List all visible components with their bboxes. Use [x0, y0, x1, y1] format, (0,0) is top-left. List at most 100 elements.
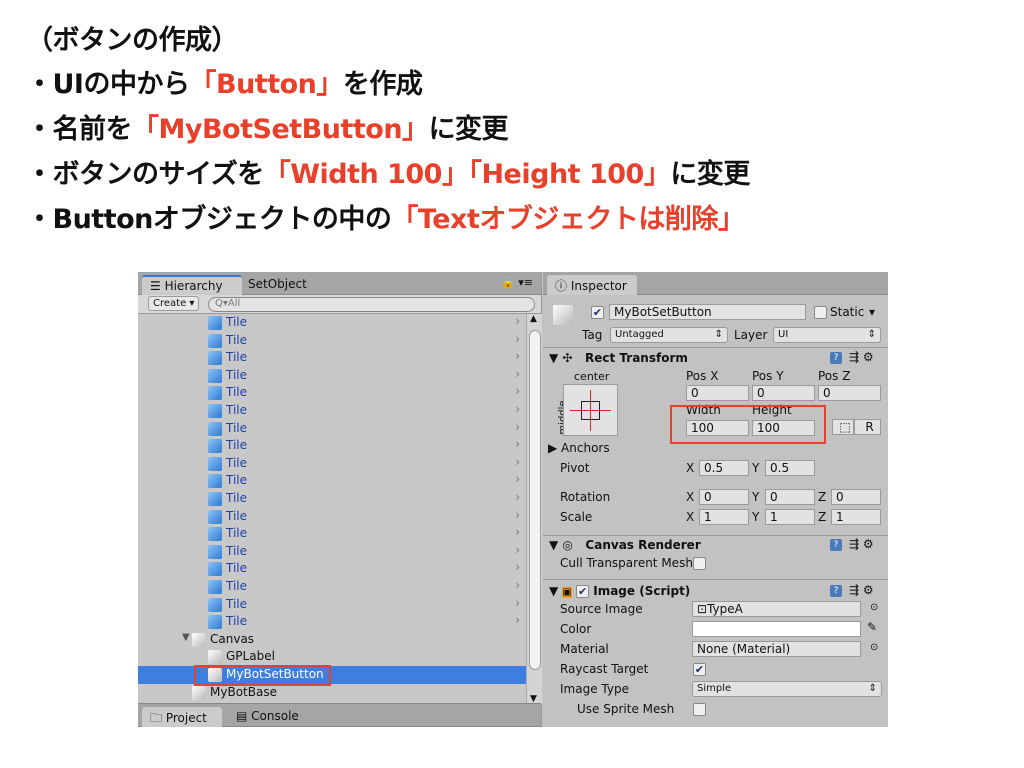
hierarchy-item[interactable]: Tile ›	[138, 596, 526, 614]
pos-field[interactable]: 0	[752, 385, 815, 401]
tab-project[interactable]: 🗀 Project	[142, 707, 222, 727]
object-picker-icon[interactable]: ⊙	[870, 642, 878, 653]
axis-label: X	[686, 490, 695, 504]
hierarchy-item[interactable]: Tile ›	[138, 402, 526, 420]
cull-checkbox[interactable]	[693, 557, 706, 570]
hierarchy-item[interactable]: MyBotBase	[138, 684, 526, 702]
chevron-right-icon[interactable]: ›	[515, 490, 520, 504]
source-image-field[interactable]: ⊡TypeA	[692, 601, 861, 617]
hierarchy-item[interactable]: Tile ›	[138, 560, 526, 578]
hierarchy-item[interactable]: Tile ›	[138, 578, 526, 596]
help-icon[interactable]: ?	[830, 539, 842, 551]
hierarchy-item[interactable]: Tile ›	[138, 543, 526, 561]
hierarchy-item[interactable]: Tile ›	[138, 525, 526, 543]
object-picker-icon[interactable]: ⊙	[870, 602, 878, 613]
pivot-field[interactable]: 0.5	[699, 460, 749, 476]
tab-inspector[interactable]: ⓘ Inspector	[547, 275, 637, 295]
chevron-right-icon[interactable]: ›	[515, 420, 520, 434]
help-icon[interactable]: ?	[830, 352, 842, 364]
color-field[interactable]	[692, 621, 861, 637]
tag-label: Tag	[582, 328, 603, 342]
active-checkbox[interactable]: ✔	[591, 306, 604, 319]
lock-menu-icon[interactable]: 🔒 ▾≡	[501, 276, 533, 289]
material-field[interactable]: None (Material)	[692, 641, 861, 657]
chevron-right-icon[interactable]: ›	[515, 578, 520, 592]
anchor-presets-button[interactable]	[563, 384, 618, 436]
static-label: Static	[830, 305, 865, 319]
scale-field[interactable]: 1	[831, 509, 881, 525]
scale-field[interactable]: 1	[765, 509, 815, 525]
item-label: Tile	[226, 438, 248, 453]
hierarchy-item[interactable]: Tile ›	[138, 613, 526, 631]
eyedropper-icon[interactable]: ✎	[867, 620, 877, 634]
tab-setobject[interactable]: SetObject	[240, 275, 315, 295]
bullet-pre: ・UIの中から	[26, 69, 190, 100]
hierarchy-item[interactable]: GPLabel	[138, 648, 526, 666]
chevron-right-icon[interactable]: ›	[515, 402, 520, 416]
chevron-right-icon[interactable]: ›	[515, 472, 520, 486]
hierarchy-item[interactable]: Tile ›	[138, 367, 526, 385]
expand-arrow-icon[interactable]: ▼	[182, 632, 190, 643]
sprite-mesh-checkbox[interactable]	[693, 703, 706, 716]
chevron-right-icon[interactable]: ›	[515, 508, 520, 522]
scrollbar[interactable]: ▲ ▼	[526, 314, 542, 704]
bullet-post: を作成	[342, 69, 423, 100]
tab-hierarchy[interactable]: ☰ Hierarchy	[142, 275, 242, 295]
bullet-item: ・UIの中から「Button」を作成	[26, 62, 423, 101]
chevron-right-icon[interactable]: ›	[515, 525, 520, 539]
chevron-right-icon[interactable]: ›	[515, 384, 520, 398]
create-button[interactable]: Create ▾	[148, 296, 200, 311]
chevron-right-icon[interactable]: ›	[515, 613, 520, 627]
pos-field[interactable]: 0	[686, 385, 749, 401]
hierarchy-item[interactable]: ▼ Canvas	[138, 631, 526, 649]
gameobject-icon	[208, 386, 222, 401]
chevron-right-icon[interactable]: ›	[515, 367, 520, 381]
blueprint-button[interactable]: ⬚	[832, 419, 854, 435]
raycast-checkbox[interactable]: ✔	[693, 663, 706, 676]
chevron-right-icon[interactable]: ›	[515, 455, 520, 469]
anchors-foldout[interactable]: ▶ Anchors	[548, 441, 610, 455]
hierarchy-item[interactable]: Tile ›	[138, 490, 526, 508]
chevron-right-icon[interactable]: ›	[515, 560, 520, 574]
raw-edit-button[interactable]: R	[854, 419, 881, 435]
scale-field[interactable]: 1	[699, 509, 749, 525]
static-dropdown[interactable]: ▾	[869, 305, 875, 319]
hierarchy-item[interactable]: Tile ›	[138, 437, 526, 455]
hierarchy-item[interactable]: Tile ›	[138, 508, 526, 526]
preset-icon[interactable]: ⇶ ⚙	[849, 583, 874, 597]
rotation-field[interactable]: 0	[765, 489, 815, 505]
hierarchy-item[interactable]: Tile ›	[138, 349, 526, 367]
hierarchy-item[interactable]: Tile ›	[138, 314, 526, 332]
static-checkbox[interactable]	[814, 306, 827, 319]
image-type-dropdown[interactable]: Simple ⇕	[692, 681, 882, 697]
hierarchy-item[interactable]: Tile ›	[138, 384, 526, 402]
chevron-right-icon[interactable]: ›	[515, 596, 520, 610]
hierarchy-item[interactable]: Tile ›	[138, 472, 526, 490]
canvas-renderer-header[interactable]: ▼ ◎ Canvas Renderer	[549, 538, 701, 552]
chevron-right-icon[interactable]: ›	[515, 349, 520, 363]
chevron-right-icon[interactable]: ›	[515, 314, 520, 328]
search-input[interactable]: Q▾All	[208, 297, 535, 312]
tag-dropdown[interactable]: Untagged ⇕	[610, 327, 728, 343]
tab-console[interactable]: ▤ Console	[228, 707, 307, 727]
chevron-right-icon[interactable]: ›	[515, 332, 520, 346]
image-script-header[interactable]: ▼ ▣ ✔ Image (Script)	[549, 584, 690, 598]
bullet-item: ・ボタンのサイズを「Width 100」「Height 100」に変更	[26, 152, 750, 191]
rect-transform-header[interactable]: ▼ ✣ Rect Transform	[549, 351, 688, 365]
pivot-field[interactable]: 0.5	[765, 460, 815, 476]
hierarchy-item[interactable]: Tile ›	[138, 420, 526, 438]
rotation-field[interactable]: 0	[699, 489, 749, 505]
slide-heading: （ボタンの作成）	[26, 25, 239, 56]
chevron-right-icon[interactable]: ›	[515, 543, 520, 557]
chevron-right-icon[interactable]: ›	[515, 437, 520, 451]
help-icon[interactable]: ?	[830, 585, 842, 597]
hierarchy-item[interactable]: Tile ›	[138, 332, 526, 350]
rotation-field[interactable]: 0	[831, 489, 881, 505]
preset-icon[interactable]: ⇶ ⚙	[849, 350, 874, 364]
pos-field[interactable]: 0	[818, 385, 881, 401]
name-field[interactable]: MyBotSetButton	[609, 304, 806, 320]
hierarchy-item[interactable]: Tile ›	[138, 455, 526, 473]
item-label: MyBotBase	[210, 684, 277, 699]
layer-dropdown[interactable]: UI ⇕	[773, 327, 881, 343]
preset-icon[interactable]: ⇶ ⚙	[849, 537, 874, 551]
